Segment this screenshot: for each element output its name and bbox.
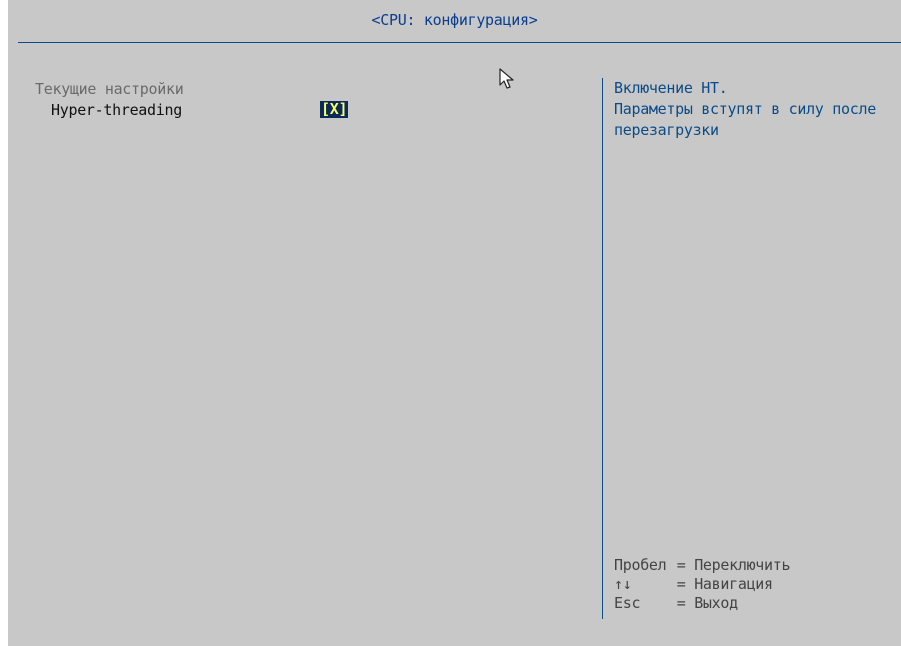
hyper-threading-label[interactable]: Hyper-threading — [51, 101, 182, 119]
key-legend: Пробел = Переключить ↑↓ = Навигация Esc … — [614, 556, 791, 613]
hyper-threading-checkbox[interactable]: [X] — [320, 101, 349, 118]
key-name: ↑↓ — [614, 575, 632, 593]
setup-panel: <CPU: конфигурация> Текущие настройки Hy… — [8, 0, 901, 646]
key-action: = Выход — [676, 594, 738, 612]
key-action: = Переключить — [676, 556, 791, 574]
help-divider — [602, 78, 603, 619]
bios-screen: <CPU: конфигурация> Текущие настройки Hy… — [0, 0, 901, 646]
key-legend-row: Esc = Выход — [614, 594, 790, 613]
key-name: Esc — [614, 594, 641, 612]
section-label: Текущие настройки — [35, 80, 184, 98]
help-line: Включение HT. — [614, 79, 728, 97]
key-name: Пробел — [614, 556, 667, 574]
help-panel: Включение HT. Параметры вступят в силу п… — [614, 78, 899, 141]
key-action: = Навигация — [676, 575, 773, 593]
help-line: перезагрузки — [614, 121, 719, 139]
mouse-pointer-icon — [499, 68, 514, 89]
help-line: Параметры вступят в силу после — [614, 100, 876, 118]
page-title: <CPU: конфигурация> — [371, 11, 538, 29]
key-legend-row: Пробел = Переключить — [614, 556, 791, 575]
key-legend-row: ↑↓ = Навигация — [614, 575, 790, 594]
title-divider — [18, 42, 901, 43]
